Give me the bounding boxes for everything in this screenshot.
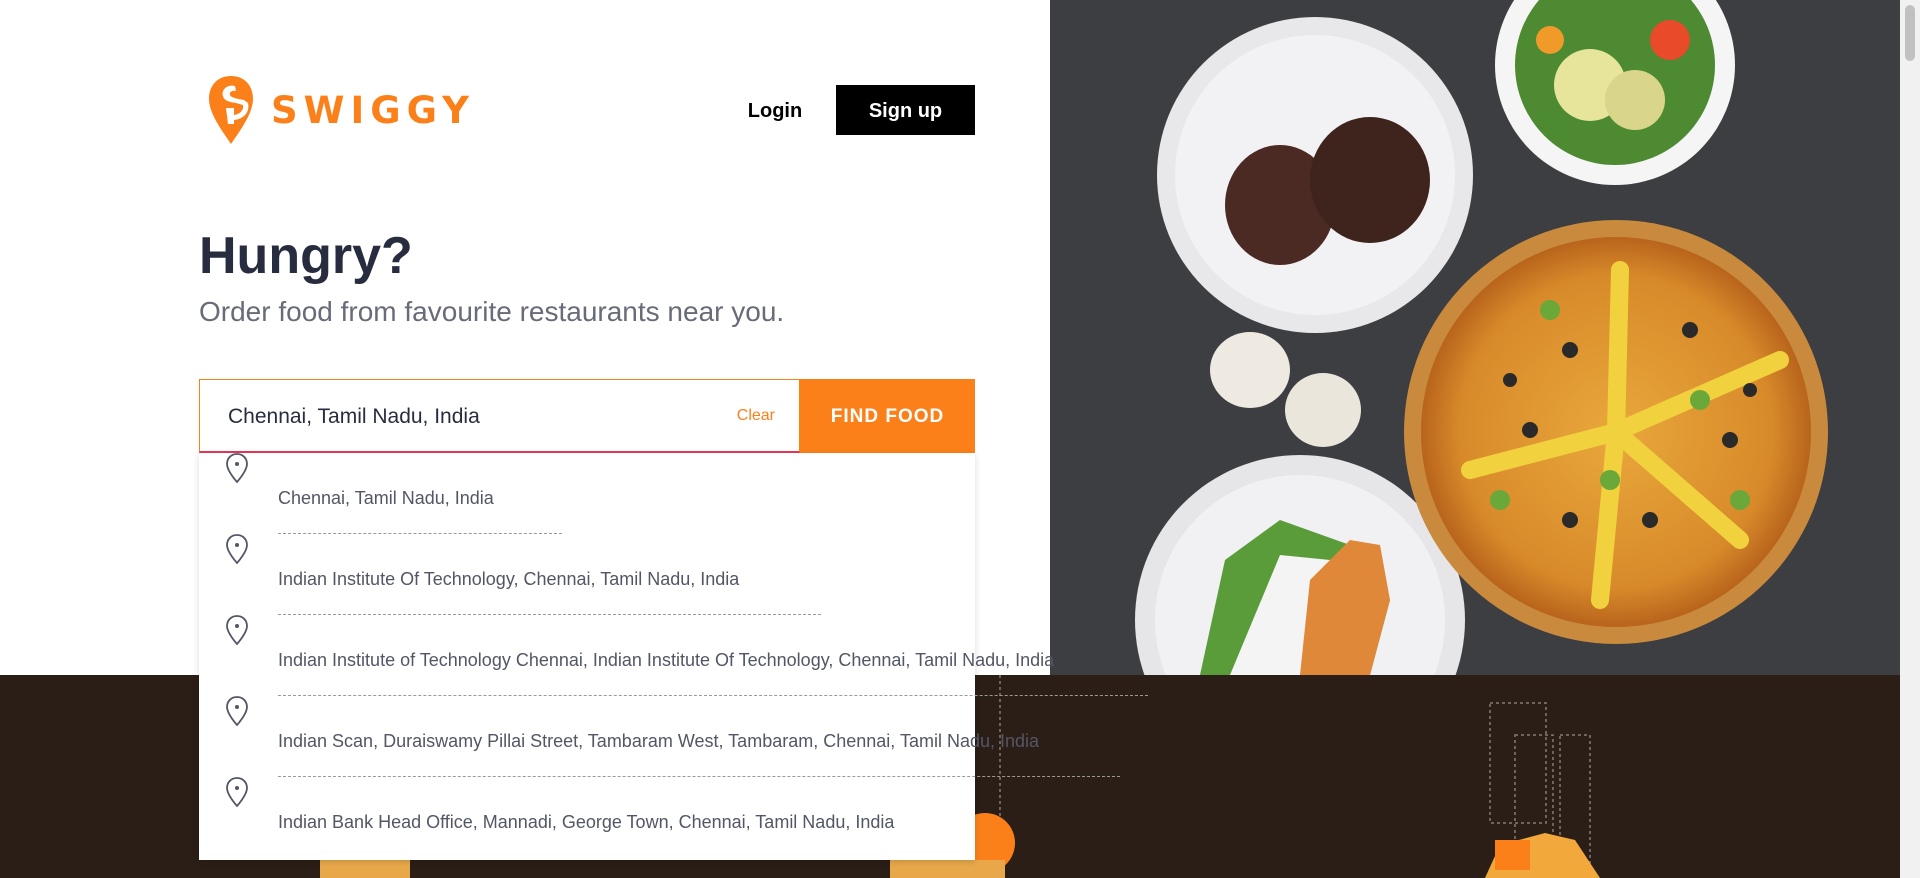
location-search-box: Clear: [199, 379, 800, 454]
location-pin-icon: [226, 534, 248, 564]
location-search-input[interactable]: [226, 380, 700, 454]
food-photo: [1050, 0, 1900, 675]
suggestion-text: Indian Institute of Technology Chennai, …: [278, 650, 1055, 670]
location-pin-icon: [226, 777, 248, 807]
suggestion-item[interactable]: Indian Institute of Technology Chennai, …: [199, 615, 1148, 696]
find-food-button[interactable]: FIND FOOD: [800, 379, 975, 453]
brand-name: SWIGGY: [271, 88, 475, 132]
suggestion-item[interactable]: Indian Institute Of Technology, Chennai,…: [199, 534, 975, 615]
login-link[interactable]: Login: [742, 96, 808, 126]
scrollbar-thumb[interactable]: [1905, 5, 1915, 61]
location-suggestions-dropdown: Chennai, Tamil Nadu, India Indian Instit…: [199, 453, 1148, 860]
suggestion-text: Indian Institute Of Technology, Chennai,…: [278, 569, 740, 589]
food-photo-illustration: [1050, 0, 1900, 675]
swiggy-logo[interactable]: SWIGGY: [206, 74, 475, 146]
suggestion-item[interactable]: Indian Bank Head Office, Mannadi, George…: [199, 777, 975, 858]
clear-button[interactable]: Clear: [737, 380, 775, 452]
page-scrollbar[interactable]: [1900, 0, 1920, 878]
suggestion-item[interactable]: Indian Scan, Duraiswamy Pillai Street, T…: [199, 696, 1120, 777]
location-pin-icon: [226, 696, 248, 726]
hero-subtitle: Order food from favourite restaurants ne…: [199, 296, 785, 327]
location-pin-icon: [226, 453, 248, 483]
hero-title: Hungry?: [199, 227, 413, 285]
location-pin-icon: [226, 615, 248, 645]
suggestion-text: Indian Bank Head Office, Mannadi, George…: [278, 812, 895, 832]
suggestion-item[interactable]: Chennai, Tamil Nadu, India: [199, 453, 975, 534]
signup-button[interactable]: Sign up: [836, 85, 975, 135]
swiggy-pin-logo-icon: [209, 76, 253, 144]
suggestion-text: Indian Scan, Duraiswamy Pillai Street, T…: [278, 731, 1040, 751]
suggestion-text: Chennai, Tamil Nadu, India: [278, 488, 494, 508]
